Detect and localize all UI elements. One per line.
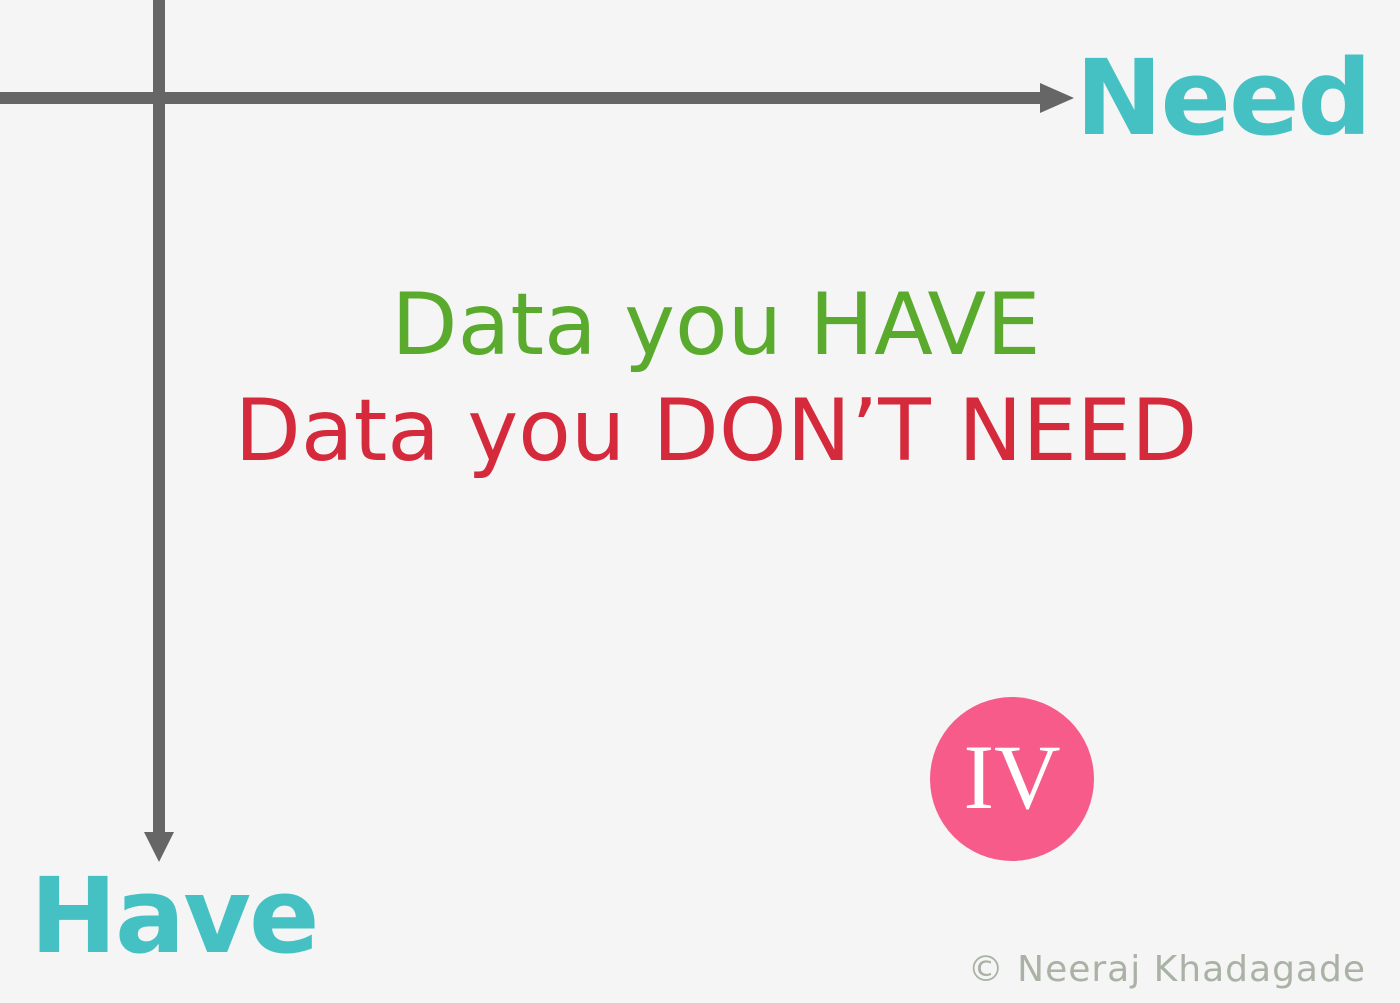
need-axis-label: Need — [1075, 37, 1372, 159]
quadrant-diagram: Need Have Data you HAVE Data you DON’T N… — [0, 0, 1400, 1003]
quadrant-line-have: Data you HAVE — [391, 275, 1041, 375]
copyright-notice: © Neeraj Khadagade — [967, 949, 1366, 990]
have-axis-label: Have — [30, 855, 320, 977]
quadrant-number-badge: IV — [930, 697, 1094, 861]
horizontal-axis-arrowhead — [1040, 83, 1074, 113]
quadrant-number: IV — [963, 726, 1061, 828]
quadrant-line-dont-need: Data you DON’T NEED — [234, 381, 1198, 481]
